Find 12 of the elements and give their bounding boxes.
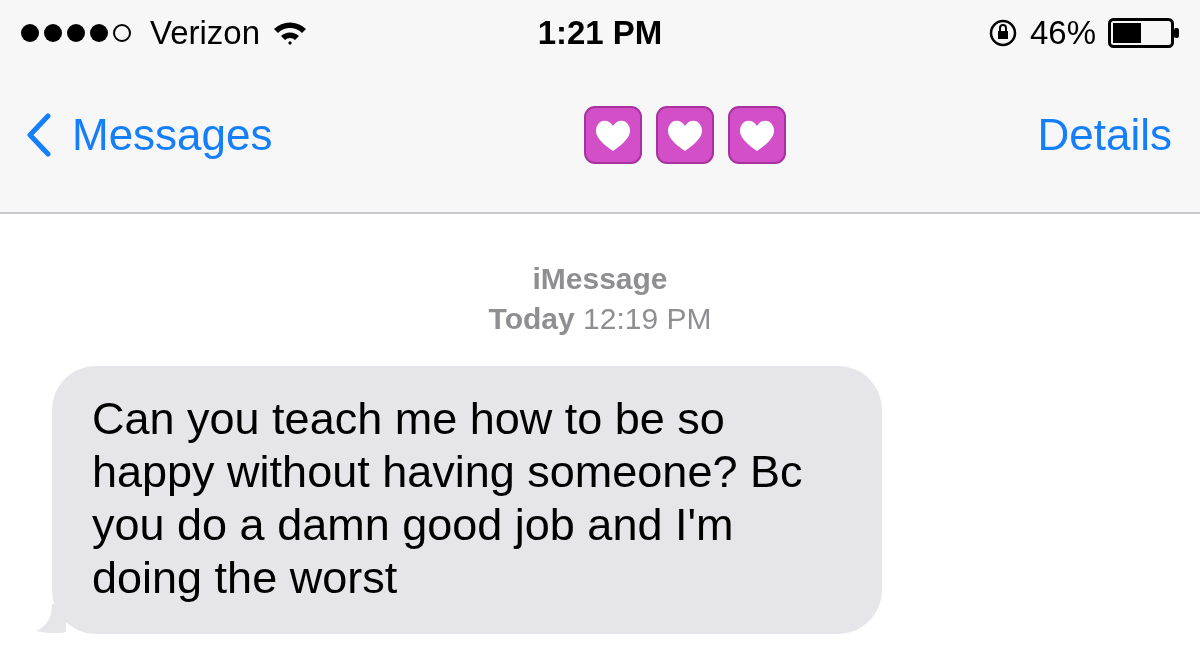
- rotation-lock-icon: [987, 18, 1018, 48]
- chevron-left-icon: [26, 113, 52, 157]
- battery-percent: 46%: [1029, 14, 1096, 52]
- carrier-name: Verizon: [150, 14, 261, 52]
- bubble-tail: [36, 604, 66, 634]
- battery-icon: [1108, 18, 1180, 48]
- details-button[interactable]: Details: [1037, 110, 1172, 160]
- timestamp: Today 12:19 PM: [488, 302, 712, 336]
- service-label: iMessage: [532, 262, 668, 296]
- status-time: 1:21 PM: [537, 14, 663, 52]
- wifi-icon: [272, 20, 309, 46]
- back-button[interactable]: Messages: [26, 110, 273, 160]
